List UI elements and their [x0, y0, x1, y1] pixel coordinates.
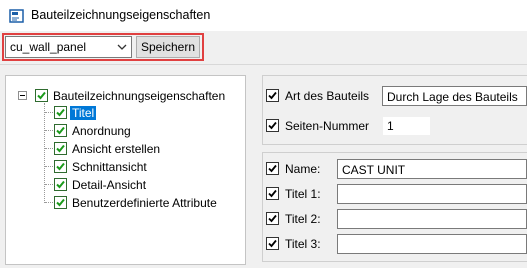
tree-item-label: Anordnung: [72, 124, 131, 138]
tree-item-label: Detail-Ansicht: [72, 178, 147, 192]
titel1-input[interactable]: [337, 184, 527, 204]
checkbox-titel1[interactable]: [266, 187, 279, 200]
checkmark-icon: [268, 91, 277, 100]
separator: [0, 64, 527, 65]
save-button[interactable]: Speichern: [136, 36, 200, 58]
checkmark-icon: [268, 214, 277, 223]
titel3-row: Titel 3:: [266, 234, 332, 254]
chevron-down-icon: [117, 44, 127, 50]
tree-item-benutzerdefinierte-attribute[interactable]: Benutzerdefinierte Attribute: [54, 195, 244, 211]
checkmark-icon: [56, 198, 65, 207]
drawing-properties-icon: [9, 9, 24, 23]
checkmark-icon: [268, 239, 277, 248]
seiten-nummer-label: Seiten-Nummer: [285, 119, 370, 133]
checkmark-icon: [56, 162, 65, 171]
checkbox-anordnung[interactable]: [54, 124, 67, 137]
checkbox-name[interactable]: [266, 162, 279, 175]
tree-item-schnittansicht[interactable]: Schnittansicht: [54, 159, 204, 175]
checkbox-seiten-nummer[interactable]: [266, 119, 279, 132]
checkbox-art-des-bauteils[interactable]: [266, 89, 279, 102]
checkbox-titel[interactable]: [54, 106, 67, 119]
save-button-label: Speichern: [140, 40, 196, 54]
collapse-icon[interactable]: [18, 91, 27, 100]
checkbox-ansicht-erstellen[interactable]: [54, 142, 67, 155]
titel1-row: Titel 1:: [266, 184, 332, 204]
seiten-nummer-row: Seiten-Nummer: [266, 116, 378, 136]
checkmark-icon: [268, 121, 277, 130]
tree-item-ansicht-erstellen[interactable]: Ansicht erstellen: [54, 141, 204, 157]
checkbox-titel3[interactable]: [266, 237, 279, 250]
name-input[interactable]: CAST UNIT: [337, 159, 527, 179]
tree-item-label: Bauteilzeichnungseigenschaften: [53, 89, 226, 103]
tree-item-titel[interactable]: Titel: [54, 105, 114, 121]
checkbox-benutzerdefinierte-attribute[interactable]: [54, 196, 67, 209]
tree-item-label: Ansicht erstellen: [72, 142, 161, 156]
checkmark-icon: [56, 126, 65, 135]
name-value: CAST UNIT: [342, 163, 406, 177]
tree-item-label: Benutzerdefinierte Attribute: [72, 196, 217, 210]
tree-item-anordnung[interactable]: Anordnung: [54, 123, 204, 139]
art-des-bauteils-dropdown[interactable]: Durch Lage des Bauteils: [382, 86, 527, 106]
name-label: Name:: [285, 162, 321, 176]
art-des-bauteils-label: Art des Bauteils: [285, 89, 370, 103]
title-bar: Bauteilzeichnungseigenschaften: [0, 0, 527, 31]
seiten-nummer-value: 1: [387, 119, 394, 133]
tree-item-detail-ansicht[interactable]: Detail-Ansicht: [54, 177, 204, 193]
checkmark-icon: [56, 180, 65, 189]
titel2-label: Titel 2:: [285, 212, 321, 226]
name-row: Name:: [266, 159, 332, 179]
tree-item-label: Titel: [70, 106, 97, 120]
checkbox-root[interactable]: [35, 89, 48, 102]
art-des-bauteils-value: Durch Lage des Bauteils: [387, 90, 518, 104]
titel3-label: Titel 3:: [285, 237, 321, 251]
checkbox-schnittansicht[interactable]: [54, 160, 67, 173]
checkmark-icon: [56, 108, 65, 117]
art-des-bauteils-row: Art des Bauteils: [266, 86, 378, 106]
seiten-nummer-input[interactable]: 1: [383, 117, 430, 135]
checkmark-icon: [268, 189, 277, 198]
tree-item-label: Schnittansicht: [72, 160, 147, 174]
checkmark-icon: [56, 144, 65, 153]
preset-dropdown[interactable]: cu_wall_panel: [5, 36, 132, 58]
checkbox-detail-ansicht[interactable]: [54, 178, 67, 191]
checkmark-icon: [37, 91, 46, 100]
checkbox-titel2[interactable]: [266, 212, 279, 225]
window-title: Bauteilzeichnungseigenschaften: [31, 8, 211, 22]
titel1-label: Titel 1:: [285, 187, 321, 201]
tree-item-root[interactable]: Bauteilzeichnungseigenschaften: [35, 88, 245, 104]
preset-dropdown-value: cu_wall_panel: [10, 40, 87, 54]
checkmark-icon: [268, 164, 277, 173]
titel2-row: Titel 2:: [266, 209, 332, 229]
titel2-input[interactable]: [337, 209, 527, 229]
titel3-input[interactable]: [337, 234, 527, 254]
tree-connector: [44, 103, 45, 203]
